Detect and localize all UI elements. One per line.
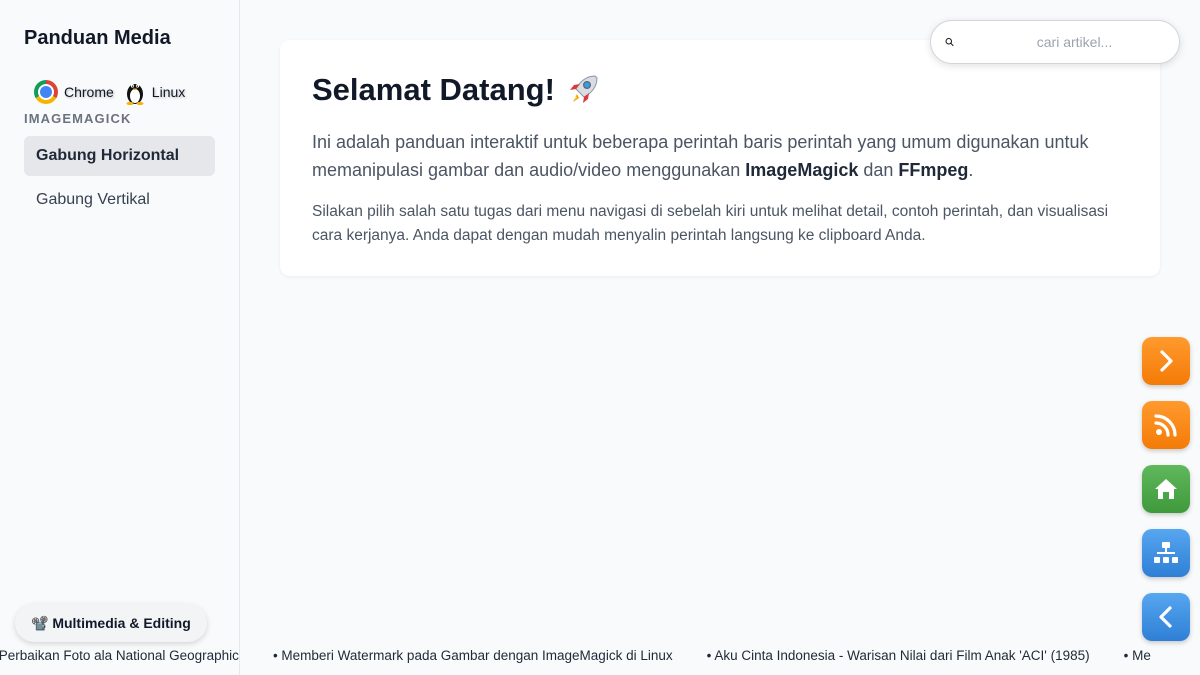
instruction-paragraph: Silakan pilih salah satu tugas dari menu…: [312, 203, 1109, 244]
category-pill-label: 📽️ Multimedia & Editing: [31, 614, 191, 631]
tool-ffmpeg: FFmpeg: [898, 160, 969, 180]
site-title[interactable]: Panduan Media: [24, 27, 171, 50]
sitemap-button[interactable]: [1142, 529, 1190, 577]
home-icon: [1155, 479, 1177, 499]
platform-label: Chrome: [64, 84, 114, 100]
rss-button[interactable]: [1142, 401, 1190, 449]
category-pill[interactable]: 📽️ Multimedia & Editing: [15, 604, 207, 642]
search-box[interactable]: [930, 20, 1180, 64]
search-icon: [945, 38, 954, 46]
rss-icon: [1154, 414, 1177, 437]
chrome-icon: [34, 80, 58, 104]
sidebar-item-gabung-horizontal[interactable]: Gabung Horizontal: [24, 136, 215, 176]
ticker-item[interactable]: Memberi Watermark pada Gambar dengan Ima…: [273, 648, 672, 663]
tool-imagemagick: ImageMagick: [745, 160, 859, 180]
sidebar: Panduan Media Chrome Linux IMAGEMAGICK G…: [0, 0, 240, 675]
platform-linux: Linux: [124, 79, 185, 105]
page-title: Selamat Datang!: [312, 72, 1128, 108]
platform-label: Linux: [151, 84, 186, 100]
platform-chrome: Chrome: [34, 80, 114, 104]
chevron-right-icon: [1160, 350, 1173, 372]
ticker-item[interactable]: Aku Cinta Indonesia - Warisan Nilai dari…: [707, 648, 1089, 663]
back-button[interactable]: [1142, 593, 1190, 641]
nav-section-label: IMAGEMAGICK: [24, 111, 132, 126]
sidebar-item-gabung-vertikal[interactable]: Gabung Vertikal: [24, 180, 215, 220]
news-ticker: duan Perbaikan Foto ala National Geograp…: [0, 645, 1200, 667]
home-button[interactable]: [1142, 465, 1190, 513]
platform-badges: Chrome Linux: [34, 79, 185, 105]
ticker-item[interactable]: duan Perbaikan Foto ala National Geograp…: [0, 648, 239, 663]
page-title-text: Selamat Datang!: [312, 72, 555, 107]
rocket-icon: [569, 75, 598, 103]
intro-paragraph: Ini adalah panduan interaktif untuk bebe…: [312, 128, 1128, 184]
next-button[interactable]: [1142, 337, 1190, 385]
search-input[interactable]: [954, 34, 1165, 50]
intro-suffix: .: [968, 160, 974, 180]
linux-penguin-icon: [126, 84, 144, 105]
ticker-item[interactable]: Me: [1124, 648, 1151, 663]
welcome-card: Selamat Datang! Ini adalah panduan inter…: [280, 40, 1160, 276]
chevron-left-icon: [1159, 606, 1172, 628]
intro-and: dan: [858, 160, 899, 180]
sitemap-icon: [1154, 542, 1178, 563]
